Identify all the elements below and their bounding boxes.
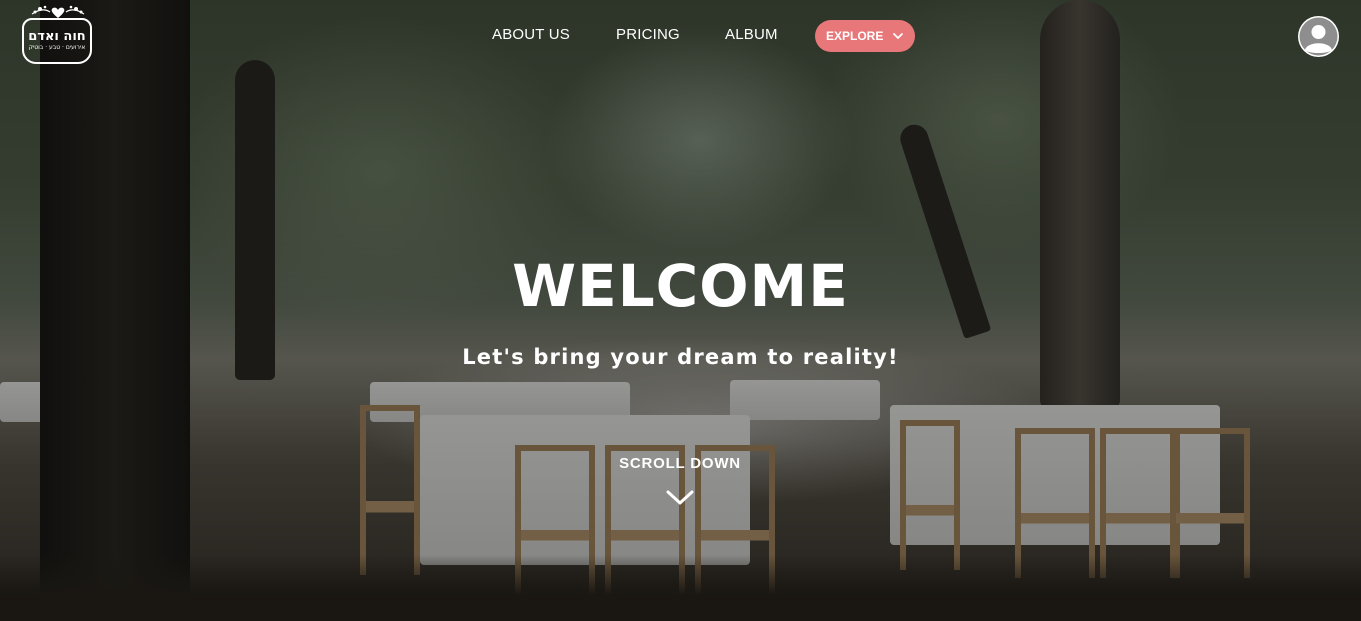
user-avatar[interactable]: [1298, 16, 1339, 57]
hero-section: חוה ואדם אירועים · טבע · בוטיק ABOUT US …: [0, 0, 1361, 621]
explore-dropdown-button[interactable]: EXPLORE: [815, 20, 915, 52]
user-avatar-icon: [1299, 17, 1338, 56]
main-nav: ABOUT US PRICING ALBUM EXPLORE: [0, 20, 1361, 52]
explore-label: EXPLORE: [826, 29, 884, 43]
hero-tagline: Let's bring your dream to reality!: [462, 345, 899, 369]
scroll-down-button[interactable]: SCROLL DOWN: [580, 452, 780, 532]
hero-title: WELCOME: [512, 252, 849, 320]
chevron-down-icon: [666, 490, 694, 505]
nav-link-album[interactable]: ALBUM: [725, 26, 778, 43]
chevron-down-icon: [893, 33, 903, 39]
nav-link-pricing[interactable]: PRICING: [616, 26, 680, 43]
nav-link-about-us[interactable]: ABOUT US: [492, 26, 570, 43]
scroll-down-label: SCROLL DOWN: [619, 455, 741, 472]
